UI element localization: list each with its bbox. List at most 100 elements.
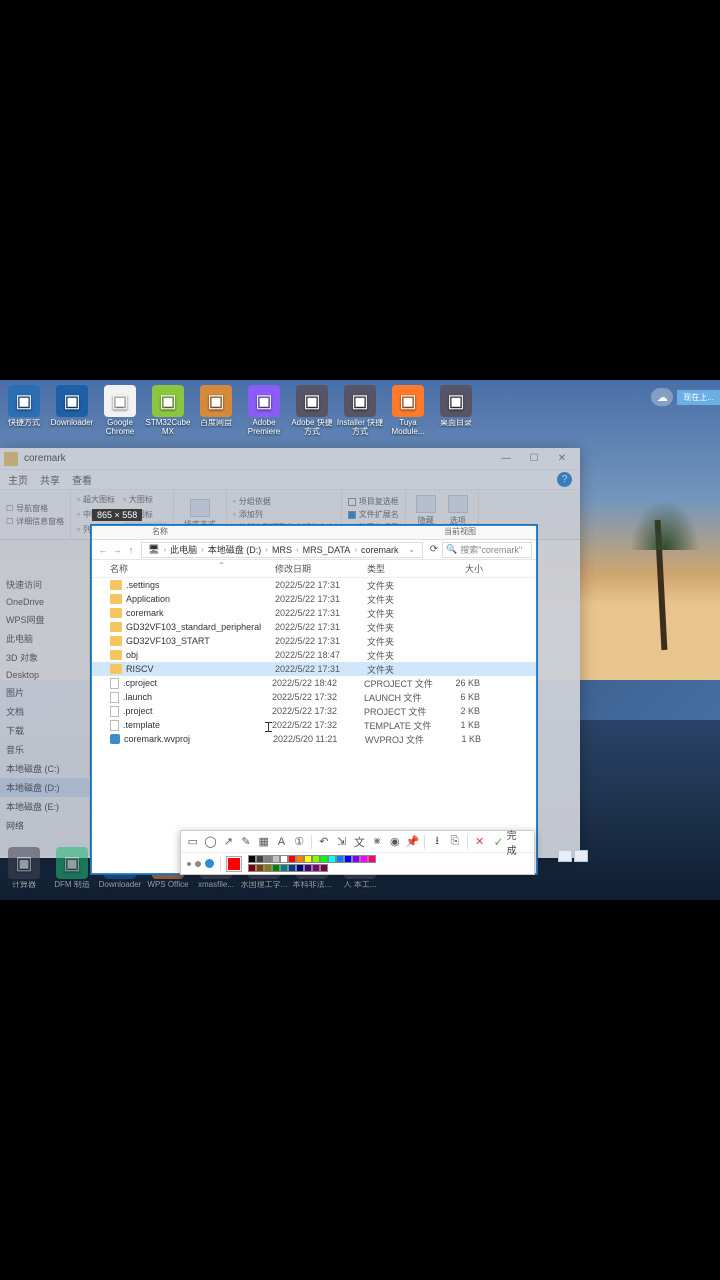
color-swatch[interactable]: [248, 864, 256, 872]
arrow-tool[interactable]: ↗: [220, 834, 236, 850]
desktop-icon[interactable]: ▣Installer 快捷方式: [336, 385, 384, 437]
crumb-1[interactable]: 本地磁盘 (D:): [206, 543, 264, 556]
nav-back-button[interactable]: ←: [96, 543, 110, 557]
file-row[interactable]: GD32VF103_standard_peripheral2022/5/22 1…: [92, 620, 536, 634]
search-input[interactable]: 🔍 搜索"coremark": [442, 542, 532, 558]
col-type[interactable]: 类型: [367, 562, 445, 575]
nav-item[interactable]: 3D 对象: [0, 648, 89, 667]
col-size[interactable]: 大小: [445, 562, 489, 575]
file-row[interactable]: .settings2022/5/22 17:31文件夹: [92, 578, 536, 592]
pen-tool[interactable]: ✎: [238, 834, 254, 850]
crumb-4[interactable]: coremark: [359, 545, 401, 555]
color-swatch[interactable]: [256, 864, 264, 872]
color-swatch[interactable]: [264, 855, 272, 863]
color-swatch[interactable]: [256, 855, 264, 863]
pin-button[interactable]: 📌: [405, 834, 421, 850]
color-swatch[interactable]: [336, 855, 344, 863]
nav-up-button[interactable]: ↑: [124, 543, 138, 557]
activate-button[interactable]: 现在上...: [677, 390, 720, 405]
long-shot-button[interactable]: ⇲: [334, 834, 350, 850]
cancel-button[interactable]: ✕: [472, 834, 488, 850]
color-swatch[interactable]: [352, 855, 360, 863]
translate-button[interactable]: 文: [351, 834, 367, 850]
crumb-2[interactable]: MRS: [270, 545, 294, 555]
color-swatch[interactable]: [264, 864, 272, 872]
color-swatch[interactable]: [304, 864, 312, 872]
nav-item[interactable]: Desktop: [0, 667, 89, 683]
color-swatch[interactable]: [248, 855, 256, 863]
color-swatch[interactable]: [344, 855, 352, 863]
cloud-icon[interactable]: ☁: [651, 388, 673, 406]
file-row[interactable]: obj2022/5/22 18:47文件夹: [92, 648, 536, 662]
nav-item[interactable]: 本地磁盘 (C:): [0, 759, 89, 778]
view-toggle-large[interactable]: [574, 850, 588, 862]
brush-large[interactable]: [205, 859, 214, 868]
nav-item[interactable]: 下载: [0, 721, 89, 740]
file-row[interactable]: coremark.wvproj2022/5/20 11:21WVPROJ 文件1…: [92, 732, 536, 746]
color-swatch[interactable]: [288, 864, 296, 872]
crumb-0[interactable]: 此电脑: [168, 543, 199, 556]
file-row[interactable]: .project2022/5/22 17:32PROJECT 文件2 KB: [92, 704, 536, 718]
color-swatch[interactable]: [272, 855, 280, 863]
details-pane-toggle[interactable]: ☐ 详细信息窗格: [6, 516, 64, 527]
ocr-button[interactable]: ⨳: [369, 834, 385, 850]
rect-tool[interactable]: ▭: [185, 834, 201, 850]
nav-pane[interactable]: 快速访问OneDriveWPS网盘此电脑3D 对象Desktop图片文档下载音乐…: [0, 540, 90, 856]
desktop-icon[interactable]: ▣快捷方式: [0, 385, 48, 437]
color-swatch[interactable]: [280, 864, 288, 872]
file-row[interactable]: .launch2022/5/22 17:32LAUNCH 文件6 KB: [92, 690, 536, 704]
desktop-icon[interactable]: ▣Adobe 快捷方式: [288, 385, 336, 437]
desktop-icon[interactable]: ▣计算器: [0, 847, 48, 890]
nav-item[interactable]: 图片: [0, 683, 89, 702]
nav-item[interactable]: 本地磁盘 (D:): [0, 778, 89, 797]
color-swatch[interactable]: [272, 864, 280, 872]
desktop-icon[interactable]: ▣Tuya Module...: [384, 385, 432, 437]
number-tool[interactable]: ①: [291, 834, 307, 850]
text-tool[interactable]: A: [274, 834, 290, 850]
tab-home[interactable]: 主页: [8, 472, 28, 487]
nav-item[interactable]: 此电脑: [0, 629, 89, 648]
file-list[interactable]: 名称⌃ 修改日期 类型 大小 .settings2022/5/22 17:31文…: [92, 560, 536, 746]
file-row[interactable]: .cproject2022/5/22 18:42CPROJECT 文件26 KB: [92, 676, 536, 690]
mosaic-tool[interactable]: ▦: [256, 834, 272, 850]
save-button[interactable]: ⭳: [429, 834, 445, 850]
nav-pane-toggle[interactable]: ☐ 导航窗格: [6, 503, 64, 514]
file-row[interactable]: RISCV2022/5/22 17:31文件夹: [92, 662, 536, 676]
file-row[interactable]: GD32VF103_START2022/5/22 17:31文件夹: [92, 634, 536, 648]
nav-item[interactable]: 文档: [0, 702, 89, 721]
desktop-icon[interactable]: ▣桌面目录: [432, 385, 480, 437]
refresh-button[interactable]: ⟳: [426, 544, 442, 555]
color-swatch[interactable]: [368, 855, 376, 863]
color-swatch[interactable]: [296, 864, 304, 872]
desktop-icon[interactable]: ▣STM32Cube MX: [144, 385, 192, 437]
help-button[interactable]: ?: [557, 472, 572, 487]
file-row[interactable]: coremark2022/5/22 17:31文件夹: [92, 606, 536, 620]
color-swatch[interactable]: [304, 855, 312, 863]
color-swatch[interactable]: [312, 855, 320, 863]
ellipse-tool[interactable]: ◯: [203, 834, 219, 850]
crumb-root-icon[interactable]: 🖥: [146, 544, 161, 555]
color-swatch[interactable]: [288, 855, 296, 863]
color-swatch[interactable]: [296, 855, 304, 863]
color-swatch[interactable]: [312, 864, 320, 872]
tab-share[interactable]: 共享: [40, 472, 60, 487]
tab-view[interactable]: 查看: [72, 472, 92, 487]
nav-item[interactable]: 本地磁盘 (E:): [0, 797, 89, 816]
color-swatch[interactable]: [320, 864, 328, 872]
col-date[interactable]: 修改日期: [275, 562, 367, 575]
current-color[interactable]: [227, 857, 241, 871]
desktop-icon[interactable]: ▣Google Chrome: [96, 385, 144, 437]
view-toggle-details[interactable]: [558, 850, 572, 862]
desktop-icon[interactable]: ▣百度网盘: [192, 385, 240, 437]
minimize-button[interactable]: —: [492, 449, 520, 469]
nav-fwd-button[interactable]: →: [110, 543, 124, 557]
col-name[interactable]: 名称⌃: [110, 562, 275, 575]
column-headers[interactable]: 名称⌃ 修改日期 类型 大小: [92, 560, 536, 578]
undo-button[interactable]: ↶: [316, 834, 332, 850]
nav-item[interactable]: WPS网盘: [0, 610, 89, 629]
desktop-icon[interactable]: ▣Adobe Premiere: [240, 385, 288, 437]
desktop-icon[interactable]: ▣DFM 制造: [48, 847, 96, 890]
record-button[interactable]: ◉: [387, 834, 403, 850]
breadcrumbs[interactable]: 🖥› 此电脑› 本地磁盘 (D:)› MRS› MRS_DATA› corema…: [141, 542, 423, 558]
color-swatch[interactable]: [280, 855, 288, 863]
